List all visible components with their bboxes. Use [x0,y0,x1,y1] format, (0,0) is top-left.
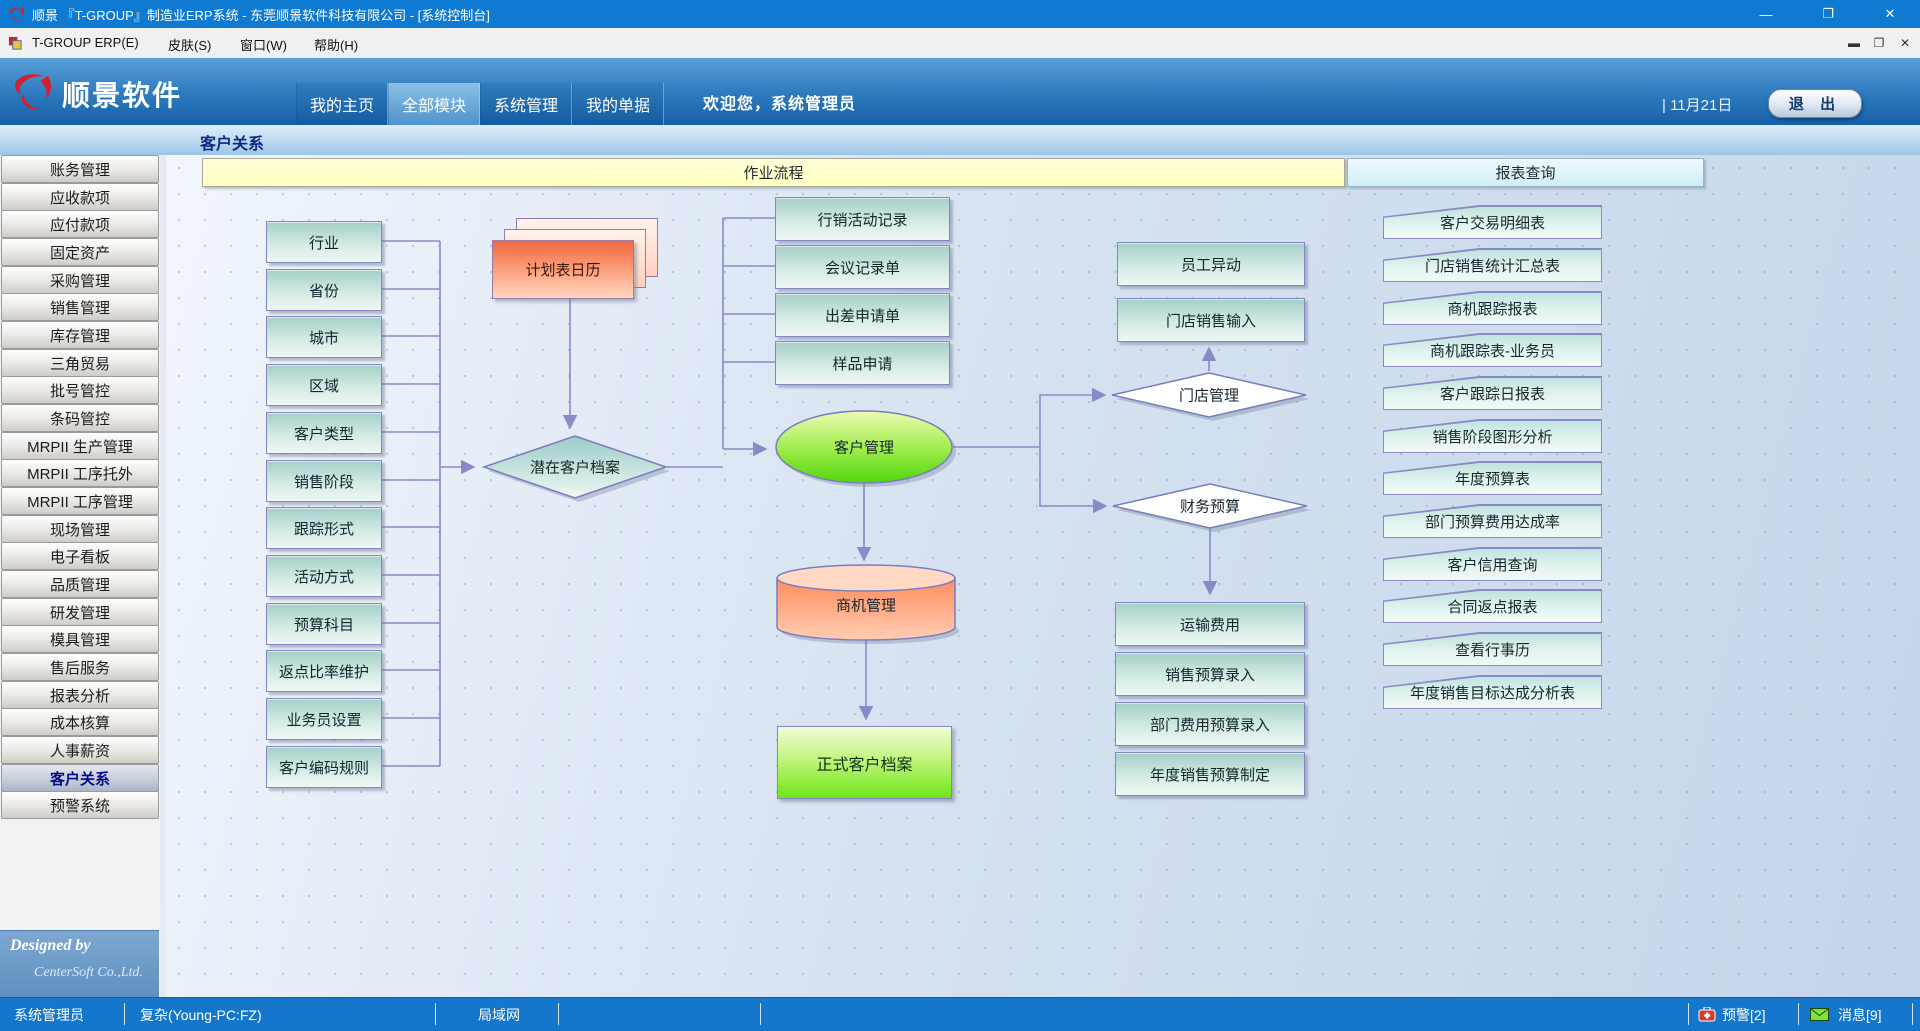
sidebar-item-hr-payroll[interactable]: 人事薪资 [1,736,159,764]
flow-node-industry[interactable]: 行业 [266,221,382,263]
main-nav: 我的主页 全部模块 系统管理 我的单据 [296,83,664,125]
sidebar-item-payables[interactable]: 应付款项 [1,210,159,238]
flow-node-region[interactable]: 区域 [266,364,382,406]
flow-node-province[interactable]: 省份 [266,269,382,311]
sidebar-item-triangle-trade[interactable]: 三角贸易 [1,349,159,377]
flow-node-potential-customer-file[interactable]: 潜在客户档案 [530,457,620,478]
flow-node-sales-budget-entry[interactable]: 销售预算录入 [1115,652,1305,696]
flow-node-sales-stage[interactable]: 销售阶段 [266,460,382,502]
tab-my-home[interactable]: 我的主页 [296,83,388,125]
sidebar-item-after-sales[interactable]: 售后服务 [1,653,159,681]
window-title: 顺景 『T-GROUP』制造业ERP系统 - 东莞顺景软件科技有限公司 - [系… [32,5,490,24]
tab-all-modules[interactable]: 全部模块 [388,83,480,125]
minimize-icon[interactable]: — [1744,0,1788,28]
flow-node-city[interactable]: 城市 [266,316,382,358]
sidebar-item-costing[interactable]: 成本核算 [1,708,159,736]
header-banner: 顺景软件 我的主页 全部模块 系统管理 我的单据 欢迎您，系统管理员 | 11月… [0,58,1920,126]
brand-logo-icon [10,70,56,117]
brand-name: 顺景软件 [62,74,182,114]
flow-node-financial-budget[interactable]: 财务预算 [1180,496,1240,517]
welcome-text: 欢迎您，系统管理员 [703,90,856,114]
status-message[interactable]: 消息[9] [1838,1005,1882,1025]
flow-node-transport-cost[interactable]: 运输费用 [1115,602,1305,646]
sub-header: 客户关系 [0,125,1920,156]
sidebar-item-sales[interactable]: 销售管理 [1,293,159,321]
sidebar-item-receivables[interactable]: 应收款项 [1,183,159,211]
sidebar-footer: Designed by CenterSoft Co.,Ltd. [0,930,159,998]
flow-node-opportunity-management[interactable]: 商机管理 [836,595,896,616]
flow-node-salesman-setting[interactable]: 业务员设置 [266,698,382,740]
menu-window[interactable]: 窗口(W) [240,35,287,54]
sidebar-item-eboard[interactable]: 电子看板 [1,542,159,570]
flow-node-formal-customer-file[interactable]: 正式客户档案 [777,726,952,799]
module-sidebar: 账务管理 应收款项 应付款项 固定资产 采购管理 销售管理 库存管理 三角贸易 … [0,155,161,997]
tab-system-management[interactable]: 系统管理 [480,83,572,125]
status-bar: 系统管理员 复杂(Young-PC:FZ) 局域网 预警[2] 消息[9] [0,997,1920,1031]
flow-node-customer-type[interactable]: 客户类型 [266,412,382,454]
close-icon[interactable]: ✕ [1868,0,1912,28]
flow-node-store-management[interactable]: 门店管理 [1179,385,1239,406]
flow-canvas [160,155,1920,997]
menu-help[interactable]: 帮助(H) [314,35,358,54]
sidebar-item-lot-control[interactable]: 批号管控 [1,376,159,404]
child-close-icon[interactable]: ✕ [1894,34,1916,52]
menu-tgroup-erp[interactable]: T-GROUP ERP(E) [32,35,139,50]
child-minimize-icon[interactable]: ▬ [1843,34,1865,52]
message-icon[interactable] [1810,1008,1829,1026]
app-logo-icon [8,5,26,28]
child-restore-icon[interactable]: ❐ [1868,34,1890,52]
flow-node-customer-management[interactable]: 客户管理 [834,437,894,458]
sidebar-item-rnd[interactable]: 研发管理 [1,598,159,626]
status-host: 复杂(Young-PC:FZ) [140,1005,262,1025]
menu-bar: T-GROUP ERP(E) 皮肤(S) 窗口(W) 帮助(H) ▬ ❐ ✕ [0,28,1920,59]
sidebar-item-mold[interactable]: 模具管理 [1,625,159,653]
restore-icon[interactable]: ❐ [1806,0,1850,28]
flow-node-activity-method[interactable]: 活动方式 [266,555,382,597]
sidebar-item-mrp-process[interactable]: MRPII 工序管理 [1,487,159,515]
sidebar-item-mrp-outsourcing[interactable]: MRPII 工序托外 [1,459,159,487]
sidebar-item-shopfloor[interactable]: 现场管理 [1,515,159,543]
section-header-workflow: 作业流程 [202,158,1345,187]
menu-skin[interactable]: 皮肤(S) [168,35,211,54]
flow-node-business-trip[interactable]: 出差申请单 [775,293,950,337]
flow-node-customer-code-rule[interactable]: 客户编码规则 [266,746,382,788]
flow-node-dept-expense-budget-entry[interactable]: 部门费用预算录入 [1115,702,1305,746]
window-titlebar: 顺景 『T-GROUP』制造业ERP系统 - 东莞顺景软件科技有限公司 - [系… [0,0,1920,28]
sidebar-item-accounting[interactable]: 账务管理 [1,155,159,183]
flow-node-sample-request[interactable]: 样品申请 [775,341,950,385]
flow-node-rebate-ratio[interactable]: 返点比率维护 [266,650,382,692]
sidebar-item-quality[interactable]: 品质管理 [1,570,159,598]
sidebar-item-barcode[interactable]: 条码管控 [1,404,159,432]
mdi-child-icon [8,36,23,56]
page-title: 客户关系 [200,130,264,154]
sidebar-item-alert-system[interactable]: 预警系统 [1,791,159,819]
date-display: | 11月21日 [1662,94,1732,115]
flow-node-meeting-record[interactable]: 会议记录单 [775,245,950,289]
sidebar-item-customer-relations[interactable]: 客户关系 [1,764,159,792]
designed-by-text: Designed by [10,937,90,955]
sidebar-item-report-analysis[interactable]: 报表分析 [1,681,159,709]
flow-node-employee-change[interactable]: 员工异动 [1117,242,1305,286]
flow-node-marketing-activity[interactable]: 行销活动记录 [775,197,950,241]
status-network: 局域网 [478,1005,520,1025]
company-text: CenterSoft Co.,Ltd. [34,965,143,981]
status-alert[interactable]: 预警[2] [1722,1005,1766,1025]
alert-icon[interactable] [1698,1007,1716,1027]
sidebar-item-purchasing[interactable]: 采购管理 [1,266,159,294]
sidebar-item-fixed-assets[interactable]: 固定资产 [1,238,159,266]
tab-my-documents[interactable]: 我的单据 [572,83,664,125]
sidebar-item-mrp-production[interactable]: MRPII 生产管理 [1,432,159,460]
exit-button[interactable]: 退 出 [1768,89,1862,118]
sidebar-item-inventory[interactable]: 库存管理 [1,321,159,349]
flow-node-annual-sales-budget[interactable]: 年度销售预算制定 [1115,752,1305,796]
flow-node-tracking-form[interactable]: 跟踪形式 [266,507,382,549]
flow-node-store-sales-input[interactable]: 门店销售输入 [1117,298,1305,342]
flow-node-budget-subject[interactable]: 预算科目 [266,603,382,645]
flow-node-schedule-calendar[interactable]: 计划表日历 [492,240,634,299]
section-header-reports: 报表查询 [1347,158,1704,187]
status-user: 系统管理员 [14,1005,84,1025]
